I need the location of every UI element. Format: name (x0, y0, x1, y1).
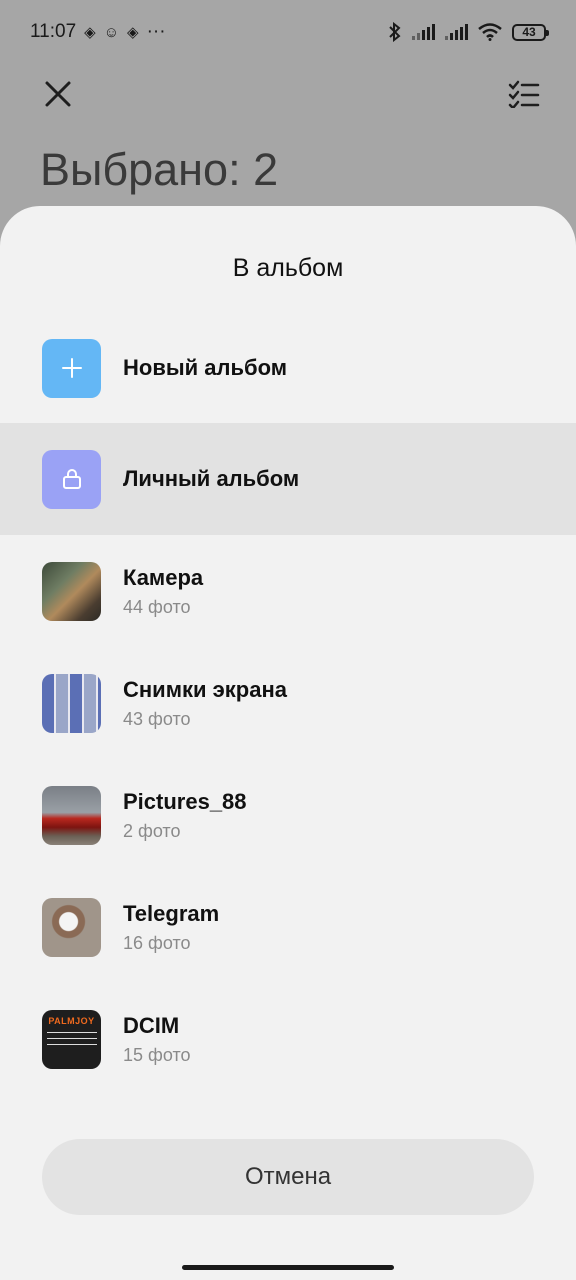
select-all-button[interactable] (504, 74, 544, 114)
album-item-dcim[interactable]: PALMJOY DCIM 15 фото (0, 983, 576, 1095)
cancel-button[interactable]: Отмена (42, 1139, 534, 1215)
dcim-thumbnail-logo: PALMJOY (48, 1015, 95, 1026)
binance-icon: ◈ (127, 24, 139, 41)
private-album-item[interactable]: Личный альбом (0, 423, 576, 535)
private-album-text: Личный альбом (123, 466, 299, 492)
album-text: Снимки экрана 43 фото (123, 677, 287, 730)
status-right: 43 (388, 22, 549, 42)
lock-icon (62, 469, 81, 489)
album-thumbnail (42, 897, 101, 957)
binance-icon: ◈ (84, 24, 96, 41)
album-count: 16 фото (123, 932, 191, 953)
album-thumbnail (42, 673, 101, 733)
new-album-item[interactable]: Новый альбом (0, 312, 576, 424)
plus-icon (61, 358, 82, 378)
album-name: DCIM (123, 1012, 180, 1038)
checklist-icon (508, 80, 540, 108)
album-item-camera[interactable]: Камера 44 фото (0, 535, 576, 647)
battery-icon: 43 (512, 23, 549, 41)
album-text: Telegram 16 фото (123, 901, 219, 954)
album-text: Pictures_88 2 фото (123, 789, 247, 842)
album-name: Telegram (123, 900, 220, 926)
album-count: 2 фото (123, 820, 181, 841)
album-count: 15 фото (123, 1044, 191, 1065)
album-picker-sheet: В альбом Новый альбом Личный альбом Каме… (0, 206, 576, 1280)
album-item-pictures-88[interactable]: Pictures_88 2 фото (0, 759, 576, 871)
home-indicator[interactable] (182, 1265, 394, 1270)
close-icon (45, 81, 71, 107)
album-item-telegram[interactable]: Telegram 16 фото (0, 871, 576, 983)
album-thumbnail (42, 785, 101, 845)
more-notifications-icon: ··· (146, 21, 166, 42)
emoji-icon: ☺ (103, 23, 120, 41)
close-button[interactable] (40, 76, 76, 112)
page-title: Выбрано: 2 (40, 144, 279, 195)
album-count: 43 фото (123, 708, 191, 729)
battery-level: 43 (522, 25, 536, 39)
signal-2-icon (445, 24, 468, 40)
wifi-icon (478, 23, 502, 41)
sheet-title: В альбом (232, 254, 344, 282)
signal-1-icon (412, 24, 435, 40)
album-thumbnail: PALMJOY (42, 1009, 101, 1069)
album-thumbnail (42, 561, 101, 621)
album-name: Камера (123, 564, 204, 590)
status-time: 11:07 (30, 21, 77, 42)
new-album-tile (42, 338, 101, 398)
album-item-screenshots[interactable]: Снимки экрана 43 фото (0, 647, 576, 759)
album-text: DCIM 15 фото (123, 1013, 191, 1066)
album-count: 44 фото (123, 596, 191, 617)
private-album-tile (42, 449, 101, 509)
album-text: Камера 44 фото (123, 565, 203, 618)
album-name: Снимки экрана (123, 676, 287, 702)
bluetooth-icon (389, 22, 401, 42)
status-left: 11:07 ◈ ☺ ◈ ··· (30, 21, 166, 43)
album-name: Pictures_88 (123, 788, 247, 814)
new-album-label: Новый альбом (123, 355, 288, 380)
dcim-thumbnail-lines (46, 1031, 97, 1050)
private-album-label: Личный альбом (123, 466, 300, 491)
new-album-text: Новый альбом (123, 355, 287, 381)
status-bar: 11:07 ◈ ☺ ◈ ··· 43 (0, 0, 576, 64)
